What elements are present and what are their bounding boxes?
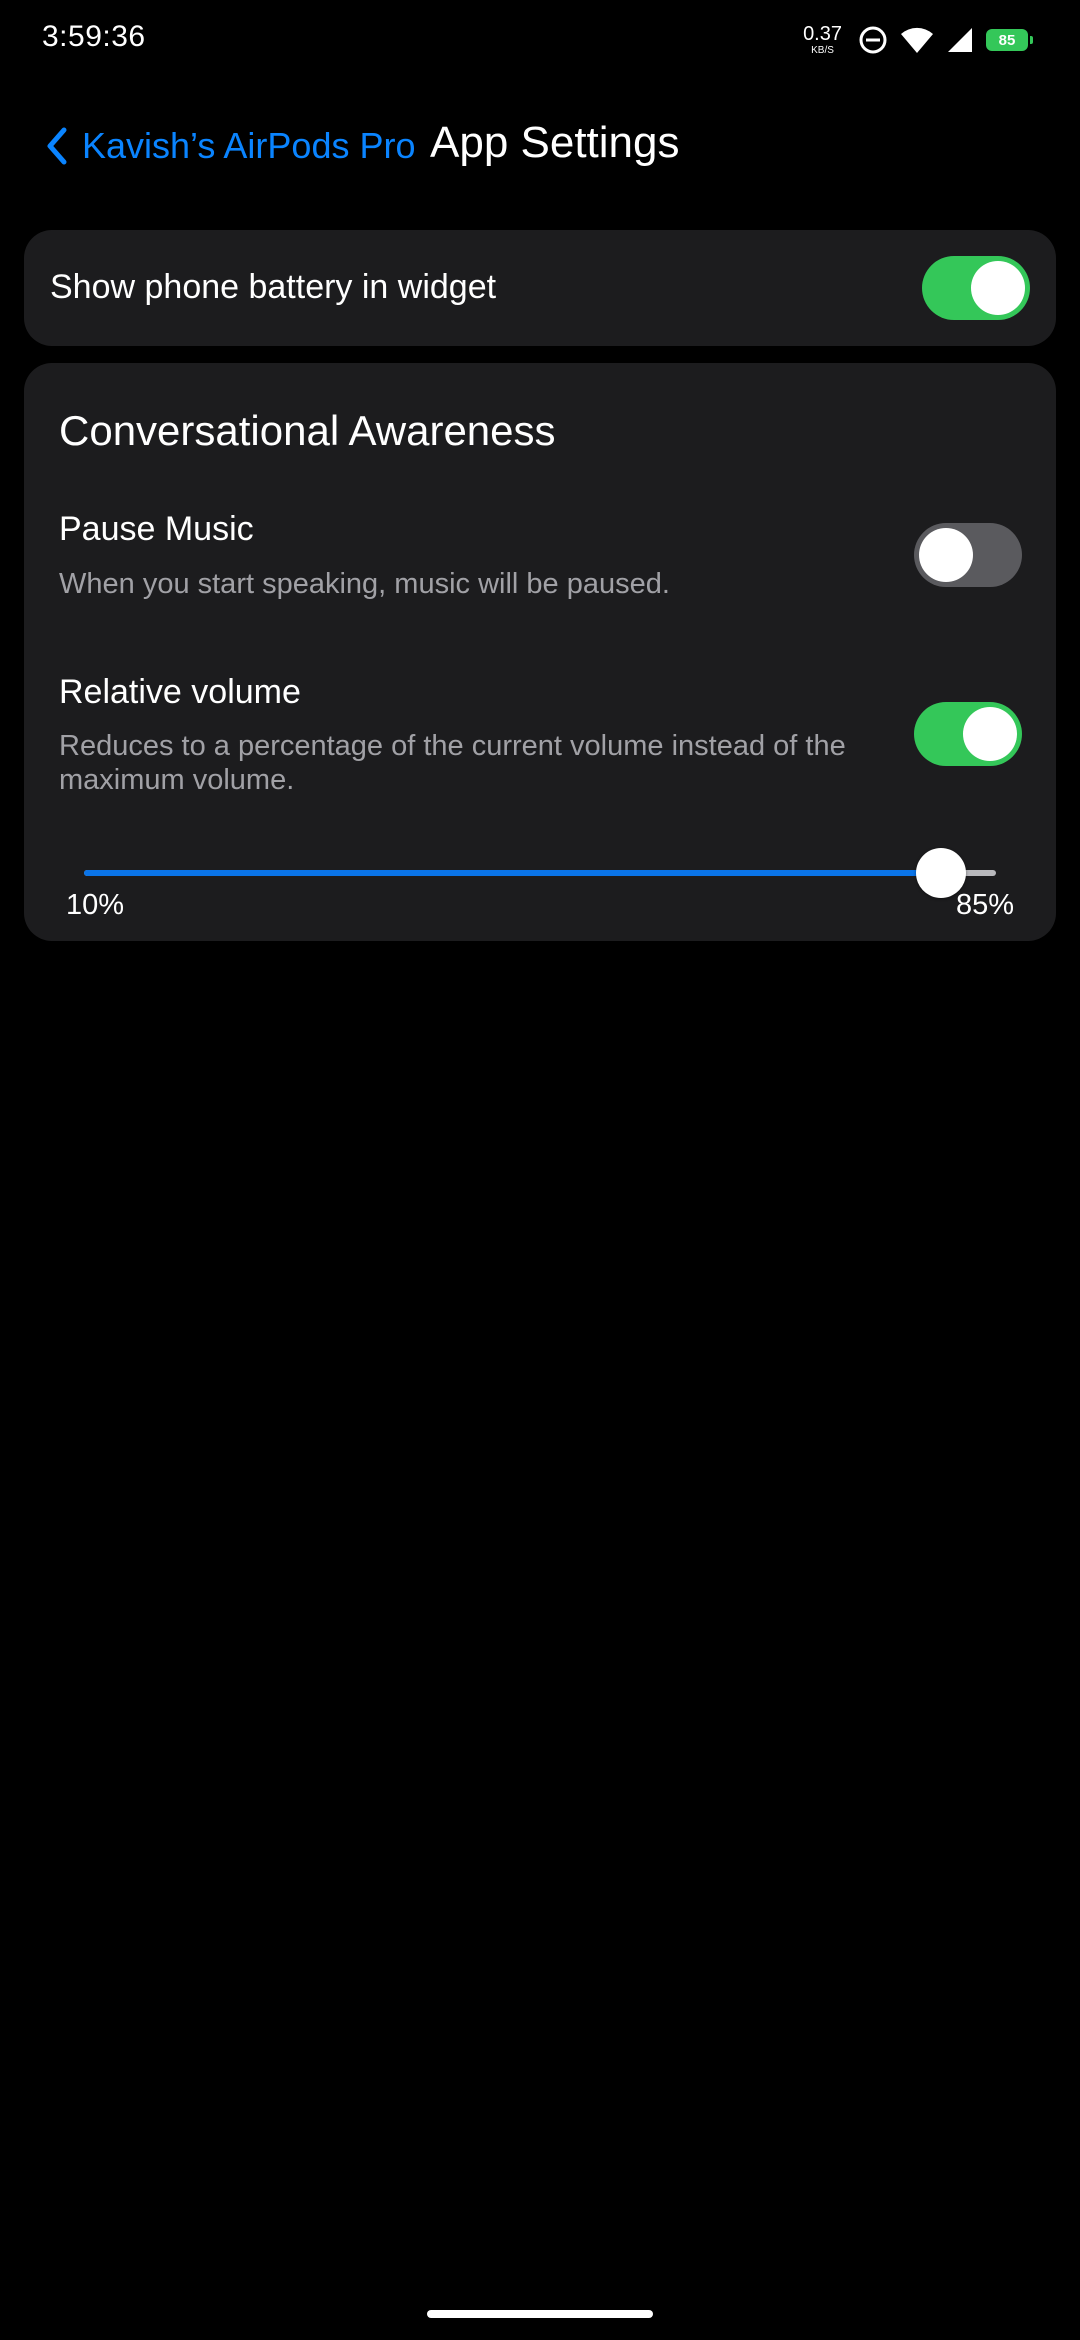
back-button[interactable]: Kavish’s AirPods Pro — [44, 120, 416, 172]
relative-volume-toggle[interactable] — [914, 702, 1022, 766]
slider-fill — [84, 870, 941, 876]
pause-music-description: When you start speaking, music will be p… — [59, 568, 670, 600]
slider-min-label: 10% — [66, 889, 125, 921]
net-speed-unit: KB/S — [811, 45, 834, 56]
conversational-awareness-card: Conversational Awareness Pause Music Whe… — [24, 363, 1056, 941]
back-label: Kavish’s AirPods Pro — [82, 125, 416, 166]
relative-volume-description: Reduces to a percentage of the current v… — [59, 730, 846, 796]
volume-slider[interactable] — [84, 843, 996, 903]
page-title: App Settings — [430, 118, 680, 167]
toggle-knob — [919, 528, 973, 582]
battery-widget-toggle[interactable] — [922, 256, 1030, 320]
battery-icon: 85 — [986, 29, 1033, 51]
net-speed: 0.37 KB/S — [803, 24, 842, 56]
pause-music-toggle[interactable] — [914, 523, 1022, 587]
net-speed-value: 0.37 — [803, 23, 842, 45]
battery-widget-label: Show phone battery in widget — [50, 268, 497, 306]
battery-level: 85 — [998, 31, 1016, 49]
battery-widget-card: Show phone battery in widget — [24, 230, 1056, 346]
toggle-knob — [971, 261, 1025, 315]
status-icons: 0.37 KB/S 85 — [803, 20, 1033, 60]
slider-max-label: 85% — [955, 889, 1014, 921]
cell-signal-icon — [948, 28, 972, 52]
wifi-icon — [901, 27, 933, 53]
home-indicator — [427, 2310, 653, 2318]
chevron-left-icon — [47, 127, 67, 165]
status-time: 3:59:36 — [42, 20, 146, 53]
section-title: Conversational Awareness — [59, 407, 556, 454]
toggle-knob — [963, 707, 1017, 761]
relative-volume-label: Relative volume — [59, 673, 301, 711]
pause-music-label: Pause Music — [59, 510, 254, 548]
dnd-icon — [859, 26, 887, 54]
status-bar: 3:59:36 0.37 KB/S 85 — [0, 0, 1080, 80]
